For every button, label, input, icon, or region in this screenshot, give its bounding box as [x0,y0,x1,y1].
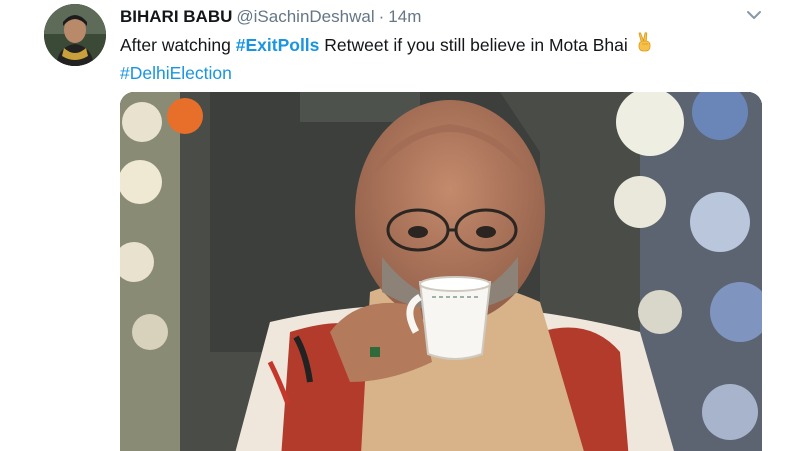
chevron-down-icon[interactable] [745,8,763,22]
display-name[interactable]: BIHARI BABU [120,7,232,26]
tweet-text-middle: Retweet if you still believe in Mota Bha… [319,35,628,55]
tweet-text-prefix: After watching [120,35,236,55]
victory-hand-icon [635,32,655,61]
tweet-text: After watching #ExitPolls Retweet if you… [120,32,760,86]
hashtag-delhielection[interactable]: #DelhiElection [120,63,232,83]
tweet-card[interactable]: BIHARI BABU @iSachinDeshwal · 14m After wat… [0,0,800,451]
tweet-photo[interactable] [120,92,762,451]
user-handle[interactable]: @iSachinDeshwal [236,7,374,26]
hashtag-exitpolls[interactable]: #ExitPolls [236,35,320,55]
separator-dot: · [378,7,385,26]
avatar[interactable] [44,4,106,66]
tweet-header: BIHARI BABU @iSachinDeshwal · 14m [120,6,421,28]
timestamp[interactable]: 14m [388,7,421,26]
